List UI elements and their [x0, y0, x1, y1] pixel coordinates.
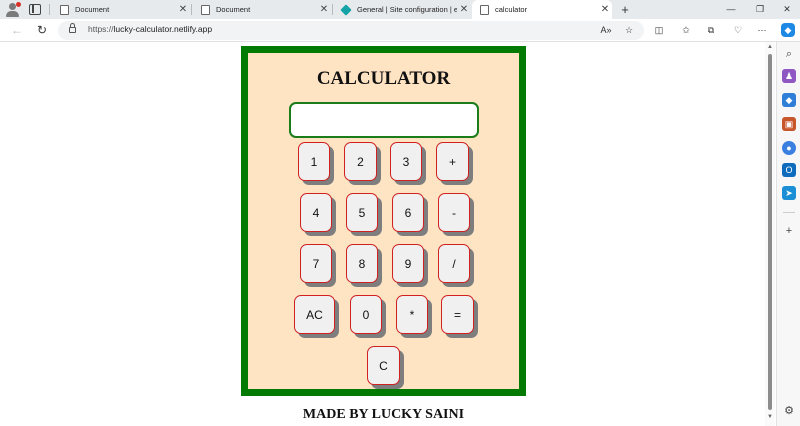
document-icon — [201, 4, 210, 15]
search-icon[interactable]: ⌕ — [782, 47, 796, 61]
tab-document-2[interactable]: Document ✕ — [193, 0, 331, 19]
back-arrow-icon[interactable]: ← — [9, 22, 25, 38]
copilot-icon[interactable]: ◆ — [781, 23, 795, 37]
close-icon[interactable]: ✕ — [598, 4, 612, 15]
key-divide[interactable]: / — [438, 244, 470, 283]
tab-calculator[interactable]: calculator ✕ — [472, 0, 612, 19]
key-all-clear[interactable]: AC — [294, 295, 335, 334]
key-4[interactable]: 4 — [300, 193, 332, 232]
tab-label: calculator — [495, 5, 528, 14]
favorites-icon[interactable]: ✩ — [679, 23, 693, 37]
microsoft-365-icon[interactable]: ● — [782, 141, 796, 155]
key-3[interactable]: 3 — [390, 142, 422, 181]
scroll-thumb[interactable] — [768, 54, 772, 410]
more-options-icon[interactable]: ⋯ — [755, 23, 769, 37]
document-icon — [60, 4, 69, 15]
key-5[interactable]: 5 — [346, 193, 378, 232]
tab-site-configuration[interactable]: General | Site configuration | effi ✕ — [333, 0, 471, 19]
read-aloud-icon[interactable]: A» — [599, 23, 613, 37]
send-plane-icon[interactable]: ➤ — [782, 186, 796, 200]
vertical-scrollbar[interactable]: ▲ ▼ — [765, 42, 775, 426]
close-icon[interactable]: ✕ — [457, 4, 471, 15]
minimize-button[interactable]: — — [716, 0, 746, 19]
shopping-tag-icon[interactable]: ◆ — [782, 93, 796, 107]
key-multiply[interactable]: * — [396, 295, 428, 334]
settings-gear-icon[interactable]: ⚙ — [782, 404, 796, 418]
restore-button[interactable]: ❐ — [745, 0, 775, 19]
favorite-star-icon[interactable]: ☆ — [622, 23, 636, 37]
calculator-panel: CALCULATOR 1 2 3 + 4 5 6 - 7 8 9 / AC 0 … — [241, 46, 526, 396]
split-screen-icon[interactable]: ◫ — [652, 23, 666, 37]
refresh-icon[interactable]: ↻ — [34, 22, 50, 38]
calculator-display[interactable] — [289, 102, 479, 138]
browser-toolbar: ← ↻ https://lucky-calculator.netlify.app… — [0, 19, 800, 42]
tab-label: General | Site configuration | effi — [357, 5, 457, 14]
tab-document-1[interactable]: Document ✕ — [52, 0, 190, 19]
key-equals[interactable]: = — [441, 295, 474, 334]
tab-label: Document — [75, 5, 110, 14]
add-icon[interactable]: + — [782, 224, 796, 238]
tab-label: Document — [216, 5, 251, 14]
key-plus[interactable]: + — [436, 142, 469, 181]
key-9[interactable]: 9 — [392, 244, 424, 283]
scroll-down-icon[interactable]: ▼ — [766, 414, 774, 420]
url-text[interactable]: https://lucky-calculator.netlify.app — [88, 24, 212, 34]
key-8[interactable]: 8 — [346, 244, 378, 283]
address-bar[interactable]: https://lucky-calculator.netlify.app — [58, 21, 644, 40]
tab-strip: Document ✕ Document ✕ General | Site con… — [0, 0, 800, 19]
key-1[interactable]: 1 — [298, 142, 330, 181]
key-7[interactable]: 7 — [300, 244, 332, 283]
document-icon — [480, 4, 489, 15]
tools-briefcase-icon[interactable]: ▣ — [782, 117, 796, 131]
calculator-title: CALCULATOR — [316, 68, 451, 89]
sidebar-divider — [783, 212, 795, 213]
outlook-icon[interactable]: O — [782, 163, 796, 177]
profile-avatar-icon[interactable] — [4, 2, 21, 17]
scroll-up-icon[interactable]: ▲ — [766, 44, 774, 50]
copilot-chess-icon[interactable]: ♟ — [782, 69, 796, 83]
key-minus[interactable]: - — [438, 193, 470, 232]
netlify-icon — [340, 3, 352, 16]
tab-actions-icon[interactable] — [29, 4, 41, 15]
close-window-button[interactable]: ✕ — [772, 0, 800, 19]
tab-separator — [191, 4, 192, 15]
key-clear[interactable]: C — [367, 346, 400, 385]
browser-essentials-icon[interactable]: ♡ — [731, 23, 745, 37]
lock-icon[interactable] — [69, 23, 76, 33]
key-6[interactable]: 6 — [392, 193, 424, 232]
new-tab-button[interactable]: + — [618, 0, 632, 19]
key-0[interactable]: 0 — [350, 295, 382, 334]
key-2[interactable]: 2 — [344, 142, 377, 181]
close-icon[interactable]: ✕ — [176, 4, 190, 15]
collections-icon[interactable]: ⧉ — [704, 23, 718, 37]
page-viewport: CALCULATOR 1 2 3 + 4 5 6 - 7 8 9 / AC 0 … — [0, 43, 765, 426]
close-icon[interactable]: ✕ — [317, 4, 331, 15]
tab-separator — [49, 4, 50, 15]
browser-sidebar: ⌕ ♟ ◆ ▣ ● O ➤ + ⚙ — [776, 42, 800, 426]
footer-credit: MADE BY LUCKY SAINI — [302, 407, 465, 422]
